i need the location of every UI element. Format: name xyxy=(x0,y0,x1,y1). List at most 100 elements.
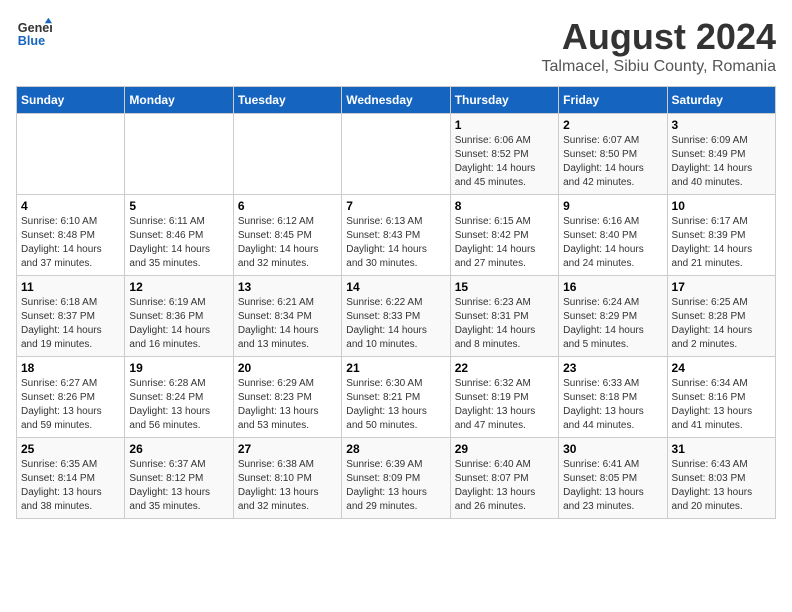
calendar-cell-0-5: 2 Sunrise: 6:07 AM Sunset: 8:50 PM Daylig… xyxy=(559,114,667,195)
day-number: 3 xyxy=(672,118,771,132)
svg-text:Blue: Blue xyxy=(18,34,45,48)
day-info: Sunrise: 6:40 AM Sunset: 8:07 PM Dayligh… xyxy=(455,458,554,514)
day-number: 21 xyxy=(346,361,445,375)
day-number: 9 xyxy=(563,199,662,213)
day-number: 18 xyxy=(21,361,120,375)
header: General Blue August 2024 Talmacel, Sibiu… xyxy=(16,16,776,76)
weekday-sunday: Sunday xyxy=(17,87,125,114)
day-number: 19 xyxy=(129,361,228,375)
calendar-cell-2-1: 12 Sunrise: 6:19 AM Sunset: 8:36 PM Dayli… xyxy=(125,276,233,357)
calendar-cell-0-3 xyxy=(342,114,450,195)
calendar-cell-0-0 xyxy=(17,114,125,195)
day-info: Sunrise: 6:35 AM Sunset: 8:14 PM Dayligh… xyxy=(21,458,120,514)
logo: General Blue xyxy=(16,16,52,52)
calendar-cell-2-0: 11 Sunrise: 6:18 AM Sunset: 8:37 PM Dayli… xyxy=(17,276,125,357)
calendar-cell-4-0: 25Sunrise: 6:35 AM Sunset: 8:14 PM Dayli… xyxy=(17,438,125,519)
calendar-cell-2-3: 14 Sunrise: 6:22 AM Sunset: 8:33 PM Dayli… xyxy=(342,276,450,357)
calendar-cell-3-5: 23 Sunrise: 6:33 AM Sunset: 8:18 PM Dayli… xyxy=(559,357,667,438)
calendar-cell-4-2: 27 Sunrise: 6:38 AM Sunset: 8:10 PM Dayli… xyxy=(233,438,341,519)
day-info: Sunrise: 6:37 AM Sunset: 8:12 PM Dayligh… xyxy=(129,458,228,514)
day-info: Sunrise: 6:29 AM Sunset: 8:23 PM Dayligh… xyxy=(238,377,337,433)
calendar-cell-3-2: 20 Sunrise: 6:29 AM Sunset: 8:23 PM Dayli… xyxy=(233,357,341,438)
calendar-cell-4-6: 31 Sunrise: 6:43 AM Sunset: 8:03 PM Dayli… xyxy=(667,438,775,519)
calendar-header: SundayMondayTuesdayWednesdayThursdayFrid… xyxy=(17,87,776,114)
weekday-tuesday: Tuesday xyxy=(233,87,341,114)
subtitle: Talmacel, Sibiu County, Romania xyxy=(542,58,776,76)
calendar-cell-4-3: 28 Sunrise: 6:39 AM Sunset: 8:09 PM Dayli… xyxy=(342,438,450,519)
day-number: 20 xyxy=(238,361,337,375)
day-info: Sunrise: 6:23 AM Sunset: 8:31 PM Dayligh… xyxy=(455,296,554,352)
day-number: 4 xyxy=(21,199,120,213)
title-area: August 2024 Talmacel, Sibiu County, Roma… xyxy=(542,16,776,76)
day-info: Sunrise: 6:33 AM Sunset: 8:18 PM Dayligh… xyxy=(563,377,662,433)
day-info: Sunrise: 6:34 AM Sunset: 8:16 PM Dayligh… xyxy=(672,377,771,433)
calendar-cell-1-4: 8Sunrise: 6:15 AM Sunset: 8:42 PM Daylig… xyxy=(450,195,558,276)
day-number: 15 xyxy=(455,280,554,294)
day-info: Sunrise: 6:27 AM Sunset: 8:26 PM Dayligh… xyxy=(21,377,120,433)
day-info: Sunrise: 6:43 AM Sunset: 8:03 PM Dayligh… xyxy=(672,458,771,514)
weekday-monday: Monday xyxy=(125,87,233,114)
weekday-wednesday: Wednesday xyxy=(342,87,450,114)
calendar-cell-4-4: 29 Sunrise: 6:40 AM Sunset: 8:07 PM Dayli… xyxy=(450,438,558,519)
calendar-cell-1-3: 7Sunrise: 6:13 AM Sunset: 8:43 PM Daylig… xyxy=(342,195,450,276)
day-number: 2 xyxy=(563,118,662,132)
day-info: Sunrise: 6:39 AM Sunset: 8:09 PM Dayligh… xyxy=(346,458,445,514)
calendar-cell-1-1: 5Sunrise: 6:11 AM Sunset: 8:46 PM Daylig… xyxy=(125,195,233,276)
week-row-1: 1 Sunrise: 6:06 AM Sunset: 8:52 PM Daylig… xyxy=(17,114,776,195)
weekday-header-row: SundayMondayTuesdayWednesdayThursdayFrid… xyxy=(17,87,776,114)
day-number: 27 xyxy=(238,442,337,456)
day-number: 6 xyxy=(238,199,337,213)
day-info: Sunrise: 6:13 AM Sunset: 8:43 PM Dayligh… xyxy=(346,215,445,271)
calendar-cell-1-5: 9 Sunrise: 6:16 AM Sunset: 8:40 PM Daylig… xyxy=(559,195,667,276)
week-row-5: 25Sunrise: 6:35 AM Sunset: 8:14 PM Dayli… xyxy=(17,438,776,519)
day-info: Sunrise: 6:24 AM Sunset: 8:29 PM Dayligh… xyxy=(563,296,662,352)
calendar-cell-1-2: 6Sunrise: 6:12 AM Sunset: 8:45 PM Daylig… xyxy=(233,195,341,276)
day-number: 12 xyxy=(129,280,228,294)
calendar-cell-2-2: 13Sunrise: 6:21 AM Sunset: 8:34 PM Dayli… xyxy=(233,276,341,357)
day-number: 29 xyxy=(455,442,554,456)
day-number: 14 xyxy=(346,280,445,294)
day-number: 8 xyxy=(455,199,554,213)
calendar-cell-0-4: 1 Sunrise: 6:06 AM Sunset: 8:52 PM Daylig… xyxy=(450,114,558,195)
day-info: Sunrise: 6:17 AM Sunset: 8:39 PM Dayligh… xyxy=(672,215,771,271)
day-info: Sunrise: 6:11 AM Sunset: 8:46 PM Dayligh… xyxy=(129,215,228,271)
day-number: 31 xyxy=(672,442,771,456)
calendar-table: SundayMondayTuesdayWednesdayThursdayFrid… xyxy=(16,86,776,519)
day-number: 11 xyxy=(21,280,120,294)
calendar-cell-2-6: 17Sunrise: 6:25 AM Sunset: 8:28 PM Dayli… xyxy=(667,276,775,357)
day-info: Sunrise: 6:38 AM Sunset: 8:10 PM Dayligh… xyxy=(238,458,337,514)
day-number: 30 xyxy=(563,442,662,456)
day-info: Sunrise: 6:09 AM Sunset: 8:49 PM Dayligh… xyxy=(672,134,771,190)
calendar-cell-3-4: 22 Sunrise: 6:32 AM Sunset: 8:19 PM Dayli… xyxy=(450,357,558,438)
day-info: Sunrise: 6:07 AM Sunset: 8:50 PM Dayligh… xyxy=(563,134,662,190)
day-number: 23 xyxy=(563,361,662,375)
calendar-body: 1 Sunrise: 6:06 AM Sunset: 8:52 PM Daylig… xyxy=(17,114,776,519)
calendar-cell-2-4: 15 Sunrise: 6:23 AM Sunset: 8:31 PM Dayli… xyxy=(450,276,558,357)
calendar-cell-1-6: 10Sunrise: 6:17 AM Sunset: 8:39 PM Dayli… xyxy=(667,195,775,276)
calendar-cell-0-6: 3 Sunrise: 6:09 AM Sunset: 8:49 PM Daylig… xyxy=(667,114,775,195)
week-row-4: 18 Sunrise: 6:27 AM Sunset: 8:26 PM Dayli… xyxy=(17,357,776,438)
day-info: Sunrise: 6:19 AM Sunset: 8:36 PM Dayligh… xyxy=(129,296,228,352)
day-info: Sunrise: 6:16 AM Sunset: 8:40 PM Dayligh… xyxy=(563,215,662,271)
main-title: August 2024 xyxy=(542,16,776,58)
day-info: Sunrise: 6:30 AM Sunset: 8:21 PM Dayligh… xyxy=(346,377,445,433)
week-row-2: 4Sunrise: 6:10 AM Sunset: 8:48 PM Daylig… xyxy=(17,195,776,276)
week-row-3: 11 Sunrise: 6:18 AM Sunset: 8:37 PM Dayli… xyxy=(17,276,776,357)
day-info: Sunrise: 6:22 AM Sunset: 8:33 PM Dayligh… xyxy=(346,296,445,352)
calendar-cell-4-5: 30Sunrise: 6:41 AM Sunset: 8:05 PM Dayli… xyxy=(559,438,667,519)
day-number: 17 xyxy=(672,280,771,294)
calendar-cell-3-1: 19Sunrise: 6:28 AM Sunset: 8:24 PM Dayli… xyxy=(125,357,233,438)
day-number: 1 xyxy=(455,118,554,132)
day-info: Sunrise: 6:06 AM Sunset: 8:52 PM Dayligh… xyxy=(455,134,554,190)
weekday-friday: Friday xyxy=(559,87,667,114)
weekday-thursday: Thursday xyxy=(450,87,558,114)
day-info: Sunrise: 6:32 AM Sunset: 8:19 PM Dayligh… xyxy=(455,377,554,433)
day-info: Sunrise: 6:18 AM Sunset: 8:37 PM Dayligh… xyxy=(21,296,120,352)
calendar-cell-1-0: 4Sunrise: 6:10 AM Sunset: 8:48 PM Daylig… xyxy=(17,195,125,276)
day-number: 22 xyxy=(455,361,554,375)
day-number: 16 xyxy=(563,280,662,294)
weekday-saturday: Saturday xyxy=(667,87,775,114)
logo-icon: General Blue xyxy=(16,16,52,52)
calendar-cell-0-1 xyxy=(125,114,233,195)
day-number: 28 xyxy=(346,442,445,456)
